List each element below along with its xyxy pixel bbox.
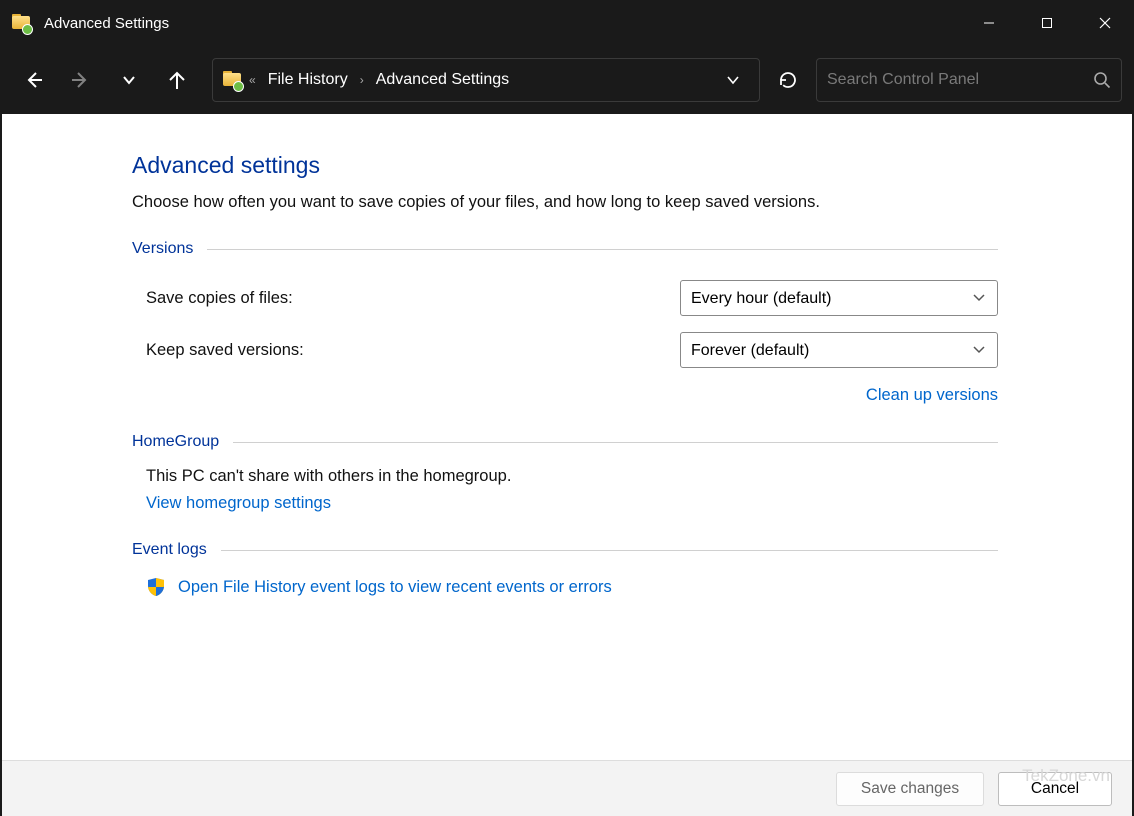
refresh-button[interactable]	[766, 58, 810, 102]
up-icon	[166, 69, 188, 91]
search-box[interactable]	[816, 58, 1122, 102]
versions-section: Versions Save copies of files: Every hou…	[132, 240, 998, 409]
homegroup-legend: HomeGroup	[132, 433, 219, 451]
save-changes-button[interactable]: Save changes	[836, 772, 984, 806]
cancel-button[interactable]: Cancel	[998, 772, 1112, 806]
eventlogs-section: Event logs Open File History event logs …	[132, 541, 998, 597]
keep-versions-label: Keep saved versions:	[146, 341, 680, 360]
footer-bar: Save changes Cancel	[2, 760, 1132, 816]
homegroup-settings-link[interactable]: View homegroup settings	[146, 494, 331, 512]
page-description: Choose how often you want to save copies…	[132, 193, 998, 212]
recent-locations-button[interactable]	[108, 60, 150, 100]
divider	[207, 249, 998, 250]
window-title: Advanced Settings	[44, 15, 169, 32]
eventlogs-link[interactable]: Open File History event logs to view rec…	[178, 578, 612, 597]
breadcrumb-item[interactable]: File History	[264, 67, 352, 93]
chevron-down-icon	[121, 72, 137, 88]
divider	[233, 442, 998, 443]
back-button[interactable]	[12, 60, 54, 100]
versions-legend: Versions	[132, 240, 193, 258]
keep-versions-select[interactable]: Forever (default)	[680, 332, 998, 368]
cleanup-versions-link[interactable]: Clean up versions	[866, 386, 998, 404]
minimize-button[interactable]	[960, 0, 1018, 46]
eventlogs-legend: Event logs	[132, 541, 207, 559]
breadcrumb-item[interactable]: Advanced Settings	[372, 67, 513, 93]
refresh-icon	[778, 70, 798, 90]
navbar: « File History › Advanced Settings	[0, 46, 1134, 114]
close-icon	[1099, 17, 1111, 29]
save-copies-label: Save copies of files:	[146, 289, 680, 308]
app-icon	[12, 14, 30, 32]
homegroup-section: HomeGroup This PC can't share with other…	[132, 433, 998, 517]
homegroup-status: This PC can't share with others in the h…	[132, 465, 998, 492]
save-copies-select[interactable]: Every hour (default)	[680, 280, 998, 316]
back-icon	[22, 69, 44, 91]
address-bar[interactable]: « File History › Advanced Settings	[212, 58, 760, 102]
content-area: Advanced settings Choose how often you w…	[2, 114, 1132, 760]
titlebar: Advanced Settings	[0, 0, 1134, 46]
forward-icon	[70, 69, 92, 91]
address-history-button[interactable]	[713, 60, 753, 100]
address-folder-icon	[223, 71, 241, 89]
up-button[interactable]	[156, 60, 198, 100]
page-heading: Advanced settings	[132, 152, 998, 179]
search-input[interactable]	[827, 71, 1093, 89]
chevron-down-icon	[725, 72, 741, 88]
forward-button[interactable]	[60, 60, 102, 100]
minimize-icon	[983, 17, 995, 29]
shield-icon	[146, 577, 166, 597]
search-icon	[1093, 71, 1111, 89]
maximize-icon	[1041, 17, 1053, 29]
divider	[221, 550, 998, 551]
chevron-right-icon: ›	[358, 73, 366, 87]
close-button[interactable]	[1076, 0, 1134, 46]
chevron-left-icon: «	[247, 73, 258, 87]
maximize-button[interactable]	[1018, 0, 1076, 46]
